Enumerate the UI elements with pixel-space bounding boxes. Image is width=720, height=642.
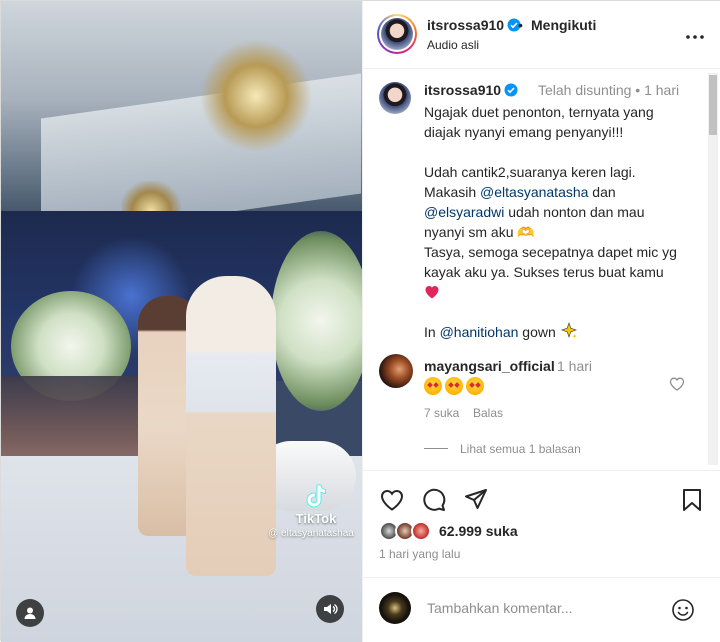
add-comment-bar — [363, 577, 720, 642]
original-audio-link[interactable]: Audio asli — [427, 38, 479, 52]
caption-line: nyanyi sm aku 🫶 — [424, 224, 535, 240]
liker-avatar — [411, 521, 431, 541]
commenter-avatar[interactable] — [379, 354, 413, 388]
user-tag-icon — [24, 607, 36, 619]
sparkles-emoji-icon — [560, 322, 577, 339]
mention-link[interactable]: @hanitiohan — [440, 324, 519, 340]
tiktok-brand-text: TikTok — [295, 511, 337, 526]
caption-author-avatar[interactable] — [379, 82, 411, 114]
author-avatar-border — [379, 16, 415, 52]
post-header: itsrossa910 • Mengikuti Audio asli — [363, 1, 720, 69]
post-like-count[interactable]: 62.999 suka — [439, 523, 518, 539]
caption-text-fragment: gown — [518, 324, 556, 340]
tiktok-watermark: TikTok @ eltasyanatashaa — [268, 483, 361, 539]
more-options-icon[interactable] — [683, 25, 707, 49]
post-actions: 62.999 suka 1 hari yang lalu — [363, 470, 720, 574]
caption-line: Udah cantik2,suaranya keren lagi. — [424, 164, 636, 180]
author-avatar — [381, 18, 413, 50]
current-user-avatar — [379, 592, 411, 624]
star-struck-emoji-icon — [424, 377, 442, 395]
replies-divider — [424, 448, 448, 449]
comment-input[interactable] — [427, 598, 657, 618]
comment-like-count[interactable]: 7 suka — [424, 406, 459, 420]
caption-author-link[interactable]: itsrossa910 — [424, 82, 518, 98]
caption-line: Tasya, semoga secepatnya dapet mic yg — [424, 244, 677, 260]
post-date[interactable]: 1 hari yang lalu — [379, 547, 460, 561]
tiktok-logo-icon — [306, 484, 326, 508]
comment-text — [424, 377, 487, 398]
verified-badge-icon — [504, 83, 518, 97]
comments-scrollbar[interactable] — [708, 73, 718, 465]
caption-line: kayak aku ya. Sukses terus buat kamu — [424, 264, 664, 280]
scrollbar-thumb[interactable] — [709, 75, 717, 135]
caption-line — [424, 282, 694, 302]
video-scene-chandelier — [201, 41, 311, 151]
red-heart-emoji-icon — [425, 286, 439, 299]
mention-link[interactable]: @elsyaradwi — [424, 204, 504, 220]
author-avatar-ring[interactable] — [377, 14, 417, 54]
caption-text-fragment: udah nonton dan mau — [504, 204, 645, 220]
caption-edited-label: Telah disunting — [538, 82, 632, 98]
audio-toggle-button[interactable] — [316, 595, 344, 623]
comment-reply-button[interactable]: Balas — [473, 406, 503, 420]
post-modal: TikTok @ eltasyanatashaa itsrossa910 • M… — [0, 0, 720, 642]
following-button[interactable]: Mengikuti — [531, 17, 596, 33]
caption-text-fragment: In — [424, 324, 440, 340]
caption-meta: Telah disunting • 1 hari — [538, 82, 679, 98]
user-tags-button[interactable] — [16, 599, 44, 627]
send-icon[interactable] — [463, 487, 489, 513]
header-separator: • — [518, 17, 523, 33]
heart-icon[interactable] — [379, 487, 405, 513]
caption-text: Ngajak duet penonton, ternyata yang diaj… — [424, 102, 694, 342]
caption-line: Makasih @eltasyanatasha dan — [424, 182, 694, 202]
star-struck-emoji-icon — [445, 377, 463, 395]
commenter-username[interactable]: mayangsari_official — [424, 358, 555, 374]
caption-line: @elsyaradwi udah nonton dan mau — [424, 202, 694, 222]
comment-time[interactable]: 1 hari — [557, 358, 592, 374]
caption-line: In @hanitiohan gown — [424, 322, 694, 342]
caption-separator: • — [635, 82, 641, 98]
author-username-link[interactable]: itsrossa910 — [427, 17, 521, 33]
bookmark-icon[interactable] — [679, 487, 705, 513]
post-side-panel: itsrossa910 • Mengikuti Audio asli itsro… — [362, 1, 720, 642]
likers-avatars[interactable] — [379, 521, 431, 541]
tiktok-handle-text: @ eltasyanatashaa — [268, 528, 354, 539]
caption-line: diajak nyanyi emang penyanyi!!! — [424, 124, 624, 140]
emoji-icon[interactable] — [671, 598, 695, 622]
caption-line: Ngajak duet penonton, ternyata yang — [424, 104, 654, 120]
star-struck-emoji-icon — [466, 377, 484, 395]
caption-time[interactable]: 1 hari — [644, 82, 679, 98]
post-video[interactable]: TikTok @ eltasyanatashaa — [1, 1, 362, 642]
caption-text-fragment: dan — [588, 184, 616, 200]
comment-icon[interactable] — [421, 487, 447, 513]
caption-author-username: itsrossa910 — [424, 82, 502, 98]
view-replies-button[interactable]: Lihat semua 1 balasan — [460, 442, 581, 456]
comments-section[interactable]: itsrossa910 Telah disunting • 1 hari Nga… — [363, 70, 720, 470]
speaker-icon — [324, 603, 338, 615]
comment-like-heart-icon[interactable] — [669, 376, 685, 392]
mention-link[interactable]: @eltasyanatasha — [480, 184, 588, 200]
caption-text-fragment: Makasih — [424, 184, 481, 200]
video-scene-flowers-right — [271, 231, 362, 411]
author-username: itsrossa910 — [427, 17, 505, 33]
